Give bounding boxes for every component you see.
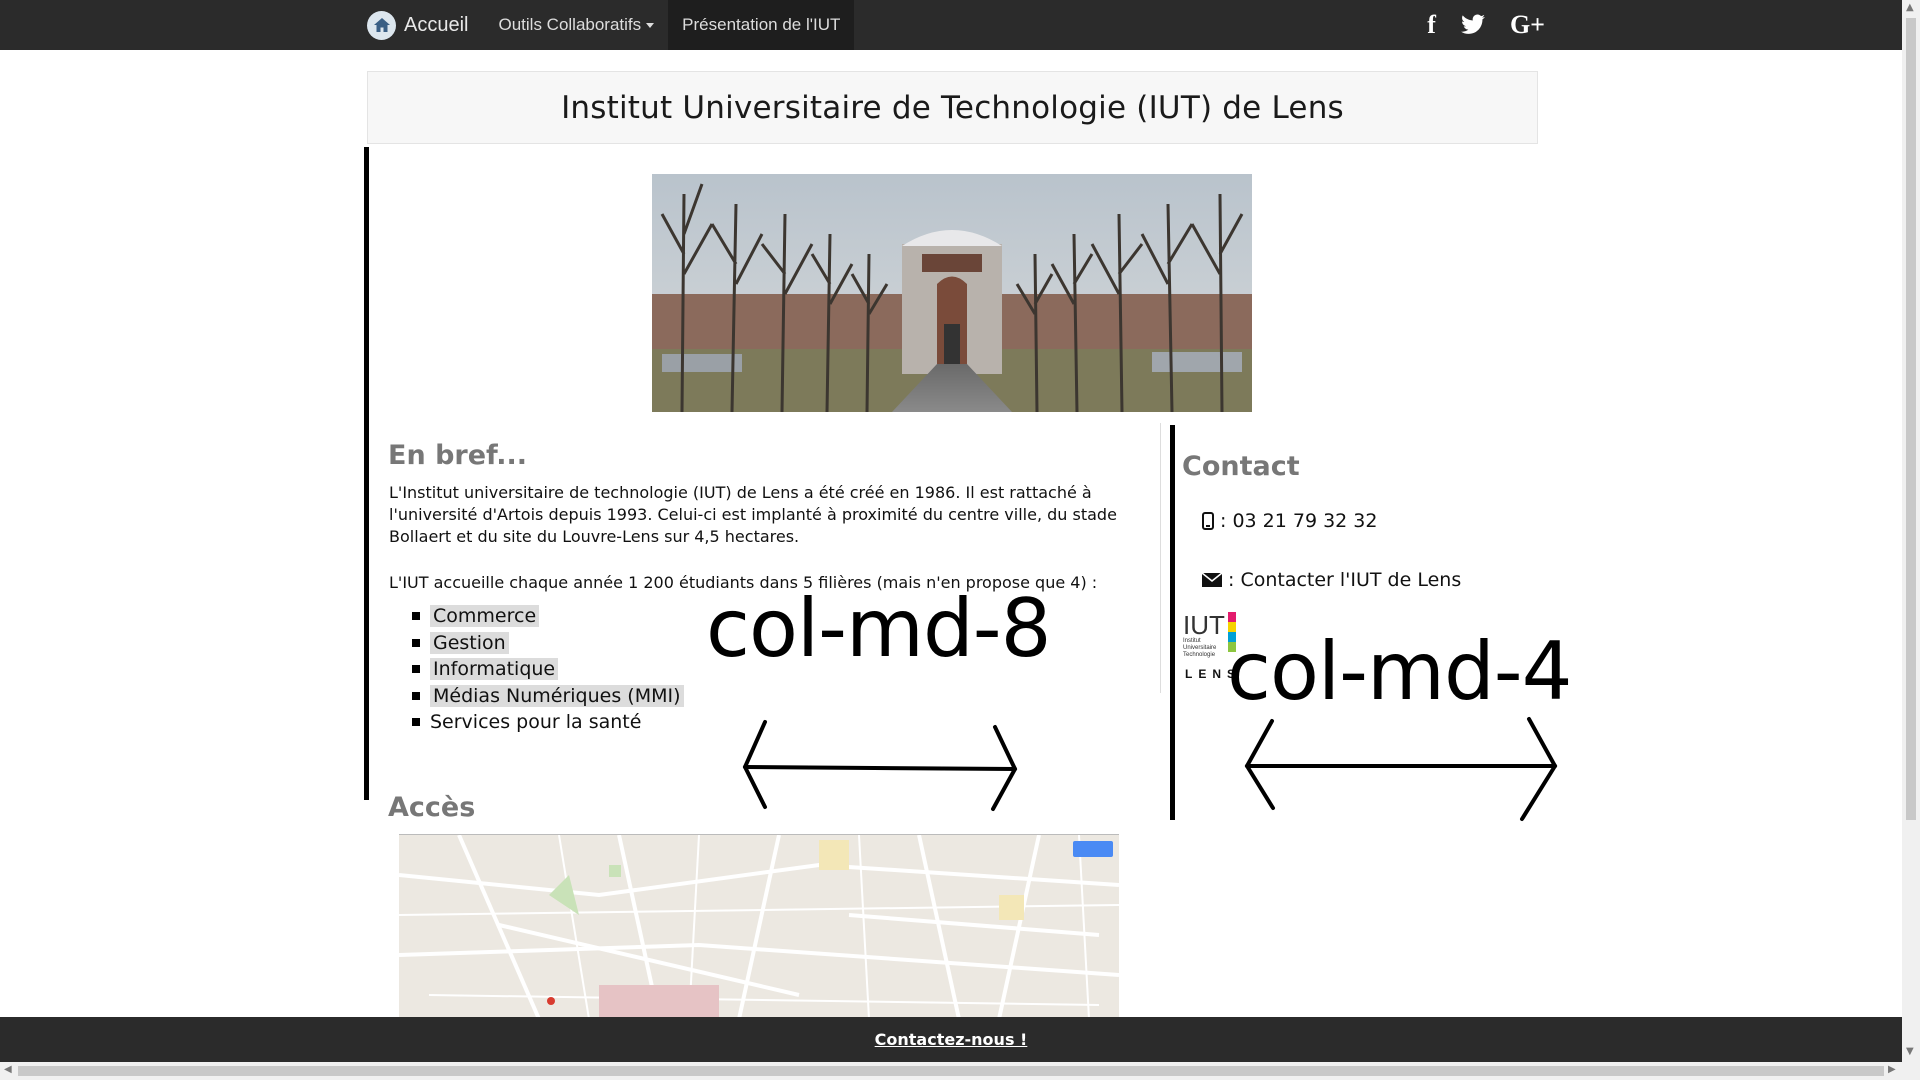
- envelope-icon: [1202, 573, 1222, 587]
- column-divider: [1160, 423, 1161, 693]
- section-heading-bref: En bref...: [388, 440, 528, 471]
- section-heading-acces: Accès: [388, 792, 476, 823]
- top-navbar: Accueil Outils Collaboratifs Présentatio…: [0, 0, 1902, 50]
- list-item: Services pour la santé: [412, 709, 684, 736]
- section-heading-contact: Contact: [1182, 451, 1300, 482]
- iut-building-photo: [652, 174, 1252, 412]
- nav-outils-label: Outils Collaboratifs: [498, 15, 642, 34]
- filiere-mmi: Médias Numériques (MMI): [430, 684, 684, 707]
- filiere-sante: Services pour la santé: [430, 711, 642, 734]
- home-icon[interactable]: [367, 10, 396, 40]
- annotation-left-bar: [364, 147, 369, 800]
- filiere-informatique: Informatique: [430, 658, 559, 681]
- vertical-scrollbar[interactable]: ▲ ▼: [1902, 0, 1920, 1062]
- filieres-list: Commerce Gestion Informatique Médias Num…: [412, 603, 684, 736]
- list-item: Commerce: [412, 603, 684, 630]
- filiere-commerce: Commerce: [430, 605, 540, 628]
- map-connect-button[interactable]: [1073, 841, 1113, 857]
- horizontal-scroll-thumb[interactable]: [18, 1066, 1884, 1076]
- facebook-icon[interactable]: f: [1427, 12, 1436, 38]
- list-item: Gestion: [412, 630, 684, 657]
- page-title: Institut Universitaire de Technologie (I…: [561, 89, 1344, 126]
- nav-outils-dropdown[interactable]: Outils Collaboratifs: [484, 0, 668, 50]
- caret-down-icon: [646, 22, 655, 28]
- scroll-up-icon[interactable]: ▲: [1906, 2, 1914, 13]
- list-item: Médias Numériques (MMI): [412, 683, 684, 710]
- contact-email-text: : Contacter l'IUT de Lens: [1228, 569, 1462, 591]
- list-item: Informatique: [412, 656, 684, 683]
- bref-paragraph-1: L'Institut universitaire de technologie …: [389, 483, 1117, 546]
- annotation-col-md-8: col-md-8: [706, 582, 1051, 675]
- contact-email[interactable]: : Contacter l'IUT de Lens: [1202, 569, 1461, 591]
- twitter-icon[interactable]: [1460, 13, 1486, 37]
- filiere-gestion: Gestion: [430, 631, 509, 654]
- scroll-right-icon[interactable]: ▶: [1888, 1064, 1896, 1075]
- brand-link[interactable]: Accueil: [404, 14, 468, 37]
- horizontal-scrollbar[interactable]: ◀ ▶: [0, 1062, 1920, 1080]
- nav-presentation[interactable]: Présentation de l'IUT: [668, 0, 855, 50]
- contact-us-link[interactable]: Contactez-nous !: [875, 1030, 1028, 1049]
- map-graphic: [399, 835, 1119, 1018]
- access-map[interactable]: [399, 834, 1119, 1018]
- annotation-middle-bar: [1170, 425, 1175, 820]
- contact-phone-text: : 03 21 79 32 32: [1220, 510, 1378, 532]
- scroll-left-icon[interactable]: ◀: [4, 1064, 12, 1075]
- navbar-inner: Accueil Outils Collaboratifs Présentatio…: [367, 0, 855, 50]
- logo-small-text: Institut Universitaire Technologie: [1183, 638, 1217, 658]
- vertical-scroll-thumb[interactable]: [1906, 18, 1916, 820]
- social-links: f G+: [1427, 0, 1545, 50]
- mobile-phone-icon: [1202, 512, 1214, 530]
- logo-iut-text: IUT: [1183, 610, 1225, 640]
- footer-bar: Contactez-nous !: [0, 1017, 1902, 1062]
- googleplus-icon[interactable]: G+: [1510, 12, 1545, 38]
- contact-phone: : 03 21 79 32 32: [1202, 510, 1377, 532]
- nav-presentation-label: Présentation de l'IUT: [682, 15, 841, 34]
- annotation-arrow-right: [1244, 717, 1558, 821]
- scroll-down-icon[interactable]: ▼: [1906, 1046, 1914, 1057]
- annotation-arrow-left: [742, 720, 1018, 811]
- page-header: Institut Universitaire de Technologie (I…: [367, 71, 1538, 144]
- annotation-col-md-4: col-md-4: [1227, 625, 1572, 718]
